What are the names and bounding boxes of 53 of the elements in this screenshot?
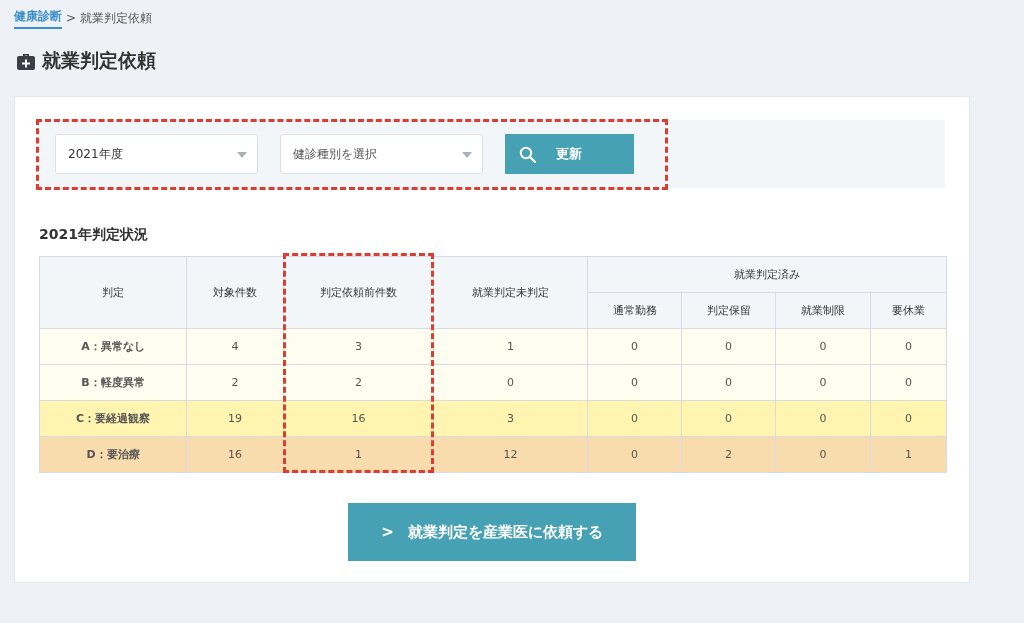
- request-button[interactable]: > 就業判定を産業医に依頼する: [348, 503, 636, 561]
- table-cell: 19: [186, 400, 284, 437]
- table-cell: A：異常なし: [39, 328, 187, 365]
- table-cell: 0: [775, 400, 871, 437]
- table-cell: 16: [186, 436, 284, 473]
- breadcrumb-separator: >: [66, 11, 77, 25]
- table-cell: D：要治療: [39, 436, 187, 473]
- table-cell: C：要経過観察: [39, 400, 187, 437]
- section-title: 2021年判定状況: [39, 226, 149, 244]
- caret-icon: [237, 152, 247, 158]
- table-cell: 0: [775, 328, 871, 365]
- table-cell: B：軽度異常: [39, 364, 187, 401]
- table-cell: 12: [433, 436, 588, 473]
- page-title: 就業判定依頼: [42, 48, 156, 73]
- table-cell: 0: [587, 364, 682, 401]
- table-cell: 0: [870, 328, 947, 365]
- caret-icon: [462, 152, 472, 158]
- table-cell: 16: [283, 400, 434, 437]
- table-cell: 2: [186, 364, 284, 401]
- column-header: 判定: [39, 256, 187, 329]
- column-header: 就業制限: [775, 292, 871, 329]
- table-cell: 0: [870, 400, 947, 437]
- column-header: 就業判定済み: [587, 256, 947, 293]
- column-header: 判定保留: [681, 292, 776, 329]
- column-header: 対象件数: [186, 256, 284, 329]
- table-cell: 3: [283, 328, 434, 365]
- table-cell: 1: [433, 328, 588, 365]
- year-select[interactable]: 2021年度: [55, 134, 258, 174]
- update-button[interactable]: 更新: [505, 134, 634, 174]
- column-header: 要休業: [870, 292, 947, 329]
- column-header: 判定依頼前件数: [283, 256, 434, 329]
- column-header: 通常勤務: [587, 292, 682, 329]
- breadcrumb-link[interactable]: 健康診断: [14, 7, 62, 29]
- table-cell: 0: [587, 328, 682, 365]
- table-cell: 4: [186, 328, 284, 365]
- table-cell: 2: [681, 436, 776, 473]
- table-cell: 0: [775, 364, 871, 401]
- exam-type-select[interactable]: 健診種別を選択: [280, 134, 483, 174]
- table-cell: 0: [433, 364, 588, 401]
- table-cell: 2: [283, 364, 434, 401]
- search-icon: [519, 145, 536, 163]
- table-cell: 0: [870, 364, 947, 401]
- table-cell: 0: [775, 436, 871, 473]
- table-cell: 1: [870, 436, 947, 473]
- table-cell: 0: [681, 364, 776, 401]
- breadcrumb-current: 就業判定依頼: [80, 9, 153, 27]
- table-cell: 0: [681, 400, 776, 437]
- column-header: 就業判定未判定: [433, 256, 588, 329]
- medical-bag-icon: [16, 51, 36, 71]
- table-cell: 0: [681, 328, 776, 365]
- table-cell: 0: [587, 400, 682, 437]
- table-cell: 0: [587, 436, 682, 473]
- table-cell: 3: [433, 400, 588, 437]
